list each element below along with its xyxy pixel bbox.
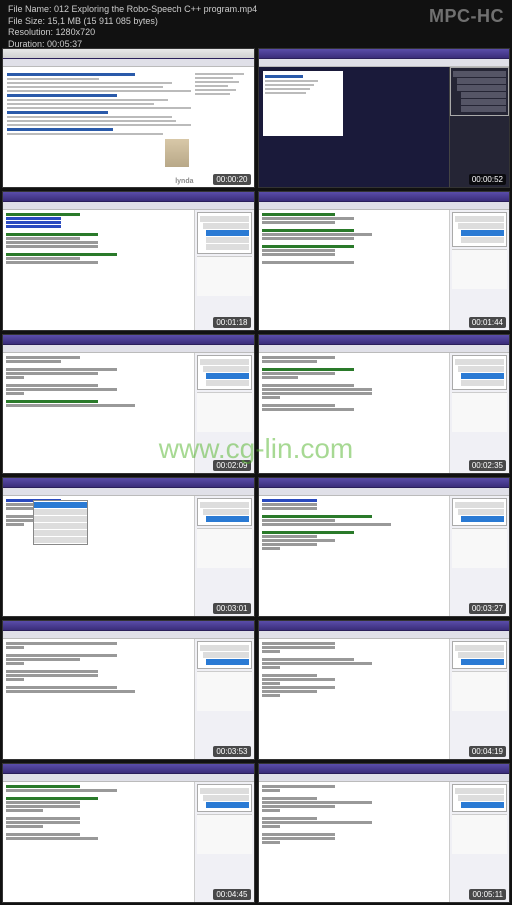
thumbnail[interactable]: 00:03:01 <box>2 477 255 617</box>
thumbnail-grid: lynda 00:00:20 <box>0 46 512 905</box>
properties-pane <box>452 814 507 854</box>
code-editor <box>259 353 450 473</box>
code-editor <box>3 210 194 330</box>
properties-pane <box>197 528 252 568</box>
window-toolbar <box>259 774 510 782</box>
info-header: File Name: 012 Exploring the Robo-Speech… <box>0 0 512 46</box>
solution-explorer <box>194 639 254 759</box>
timestamp-badge: 00:03:53 <box>213 746 250 757</box>
window-titlebar <box>259 335 510 345</box>
window-toolbar <box>3 202 254 210</box>
solution-explorer <box>449 782 509 902</box>
timestamp-badge: 00:01:18 <box>213 317 250 328</box>
window-toolbar <box>3 631 254 639</box>
code-editor <box>259 210 450 330</box>
thumbnail[interactable]: 00:04:19 <box>258 620 511 760</box>
solution-explorer <box>194 353 254 473</box>
context-menu <box>33 500 88 545</box>
timestamp-badge: 00:04:45 <box>213 889 250 900</box>
code-editor <box>3 639 194 759</box>
properties-pane <box>452 671 507 711</box>
solution-explorer <box>449 639 509 759</box>
resolution-value: 1280x720 <box>56 27 96 37</box>
timestamp-badge: 00:04:19 <box>469 746 506 757</box>
window-titlebar <box>259 621 510 631</box>
window-toolbar <box>259 488 510 496</box>
lynda-watermark: lynda <box>175 178 193 185</box>
window-toolbar <box>259 59 510 67</box>
properties-pane <box>452 528 507 568</box>
timestamp-badge: 00:00:20 <box>213 174 250 185</box>
properties-pane <box>197 256 252 296</box>
window-titlebar <box>259 192 510 202</box>
thumbnail[interactable]: 00:01:18 <box>2 191 255 331</box>
timestamp-badge: 00:02:35 <box>469 460 506 471</box>
window-toolbar <box>259 345 510 353</box>
thumbnail[interactable]: 00:04:45 <box>2 763 255 903</box>
filesize-value: 15,1 MB (15 911 085 bytes) <box>48 16 158 26</box>
solution-explorer <box>194 782 254 902</box>
solution-explorer <box>449 210 509 330</box>
filename-value: 012 Exploring the Robo-Speech C++ progra… <box>54 4 257 14</box>
timestamp-badge: 00:03:27 <box>469 603 506 614</box>
window-toolbar <box>3 59 254 67</box>
filename-label: File Name: <box>8 4 52 14</box>
thumbnail[interactable]: lynda 00:00:20 <box>2 48 255 188</box>
filesize-label: File Size: <box>8 16 45 26</box>
properties-pane <box>452 392 507 432</box>
properties-pane <box>197 392 252 432</box>
window-titlebar <box>259 49 510 59</box>
window-titlebar <box>3 335 254 345</box>
window-titlebar <box>3 49 254 59</box>
thumbnail[interactable]: 00:00:52 <box>258 48 511 188</box>
thumbnail[interactable]: 00:02:09 <box>2 334 255 474</box>
page-sidebar <box>195 71 250 183</box>
thumbnail[interactable]: 00:03:53 <box>2 620 255 760</box>
window-titlebar <box>3 764 254 774</box>
code-editor <box>3 782 194 902</box>
code-editor <box>259 496 450 616</box>
thumbnail[interactable]: 00:03:27 <box>258 477 511 617</box>
properties-pane <box>197 671 252 711</box>
solution-explorer <box>449 353 509 473</box>
solution-explorer <box>449 496 509 616</box>
person-avatar <box>165 139 189 167</box>
solution-explorer <box>194 496 254 616</box>
solution-explorer <box>449 67 509 187</box>
timestamp-badge: 00:01:44 <box>469 317 506 328</box>
window-titlebar <box>3 192 254 202</box>
thumbnail[interactable]: 00:05:11 <box>258 763 511 903</box>
editor-pane <box>259 67 450 187</box>
thumbnail[interactable]: 00:01:44 <box>258 191 511 331</box>
app-logo: MPC-HC <box>429 6 504 27</box>
window-toolbar <box>3 488 254 496</box>
browser-content <box>3 67 254 187</box>
timestamp-badge: 00:03:01 <box>213 603 250 614</box>
timestamp-badge: 00:00:52 <box>469 174 506 185</box>
solution-explorer <box>194 210 254 330</box>
window-titlebar <box>3 478 254 488</box>
window-titlebar <box>3 621 254 631</box>
timestamp-badge: 00:02:09 <box>213 460 250 471</box>
window-titlebar <box>259 478 510 488</box>
window-toolbar <box>259 202 510 210</box>
properties-pane <box>197 814 252 854</box>
window-titlebar <box>259 764 510 774</box>
properties-pane <box>452 249 507 289</box>
code-editor <box>259 639 450 759</box>
window-toolbar <box>3 774 254 782</box>
resolution-label: Resolution: <box>8 27 53 37</box>
code-editor <box>3 496 194 616</box>
thumbnail[interactable]: 00:02:35 <box>258 334 511 474</box>
page-main <box>7 71 191 183</box>
timestamp-badge: 00:05:11 <box>469 889 506 900</box>
file-info-block: File Name: 012 Exploring the Robo-Speech… <box>8 4 257 42</box>
window-toolbar <box>259 631 510 639</box>
window-toolbar <box>3 345 254 353</box>
code-editor <box>259 782 450 902</box>
code-editor <box>3 353 194 473</box>
start-page <box>263 71 343 136</box>
